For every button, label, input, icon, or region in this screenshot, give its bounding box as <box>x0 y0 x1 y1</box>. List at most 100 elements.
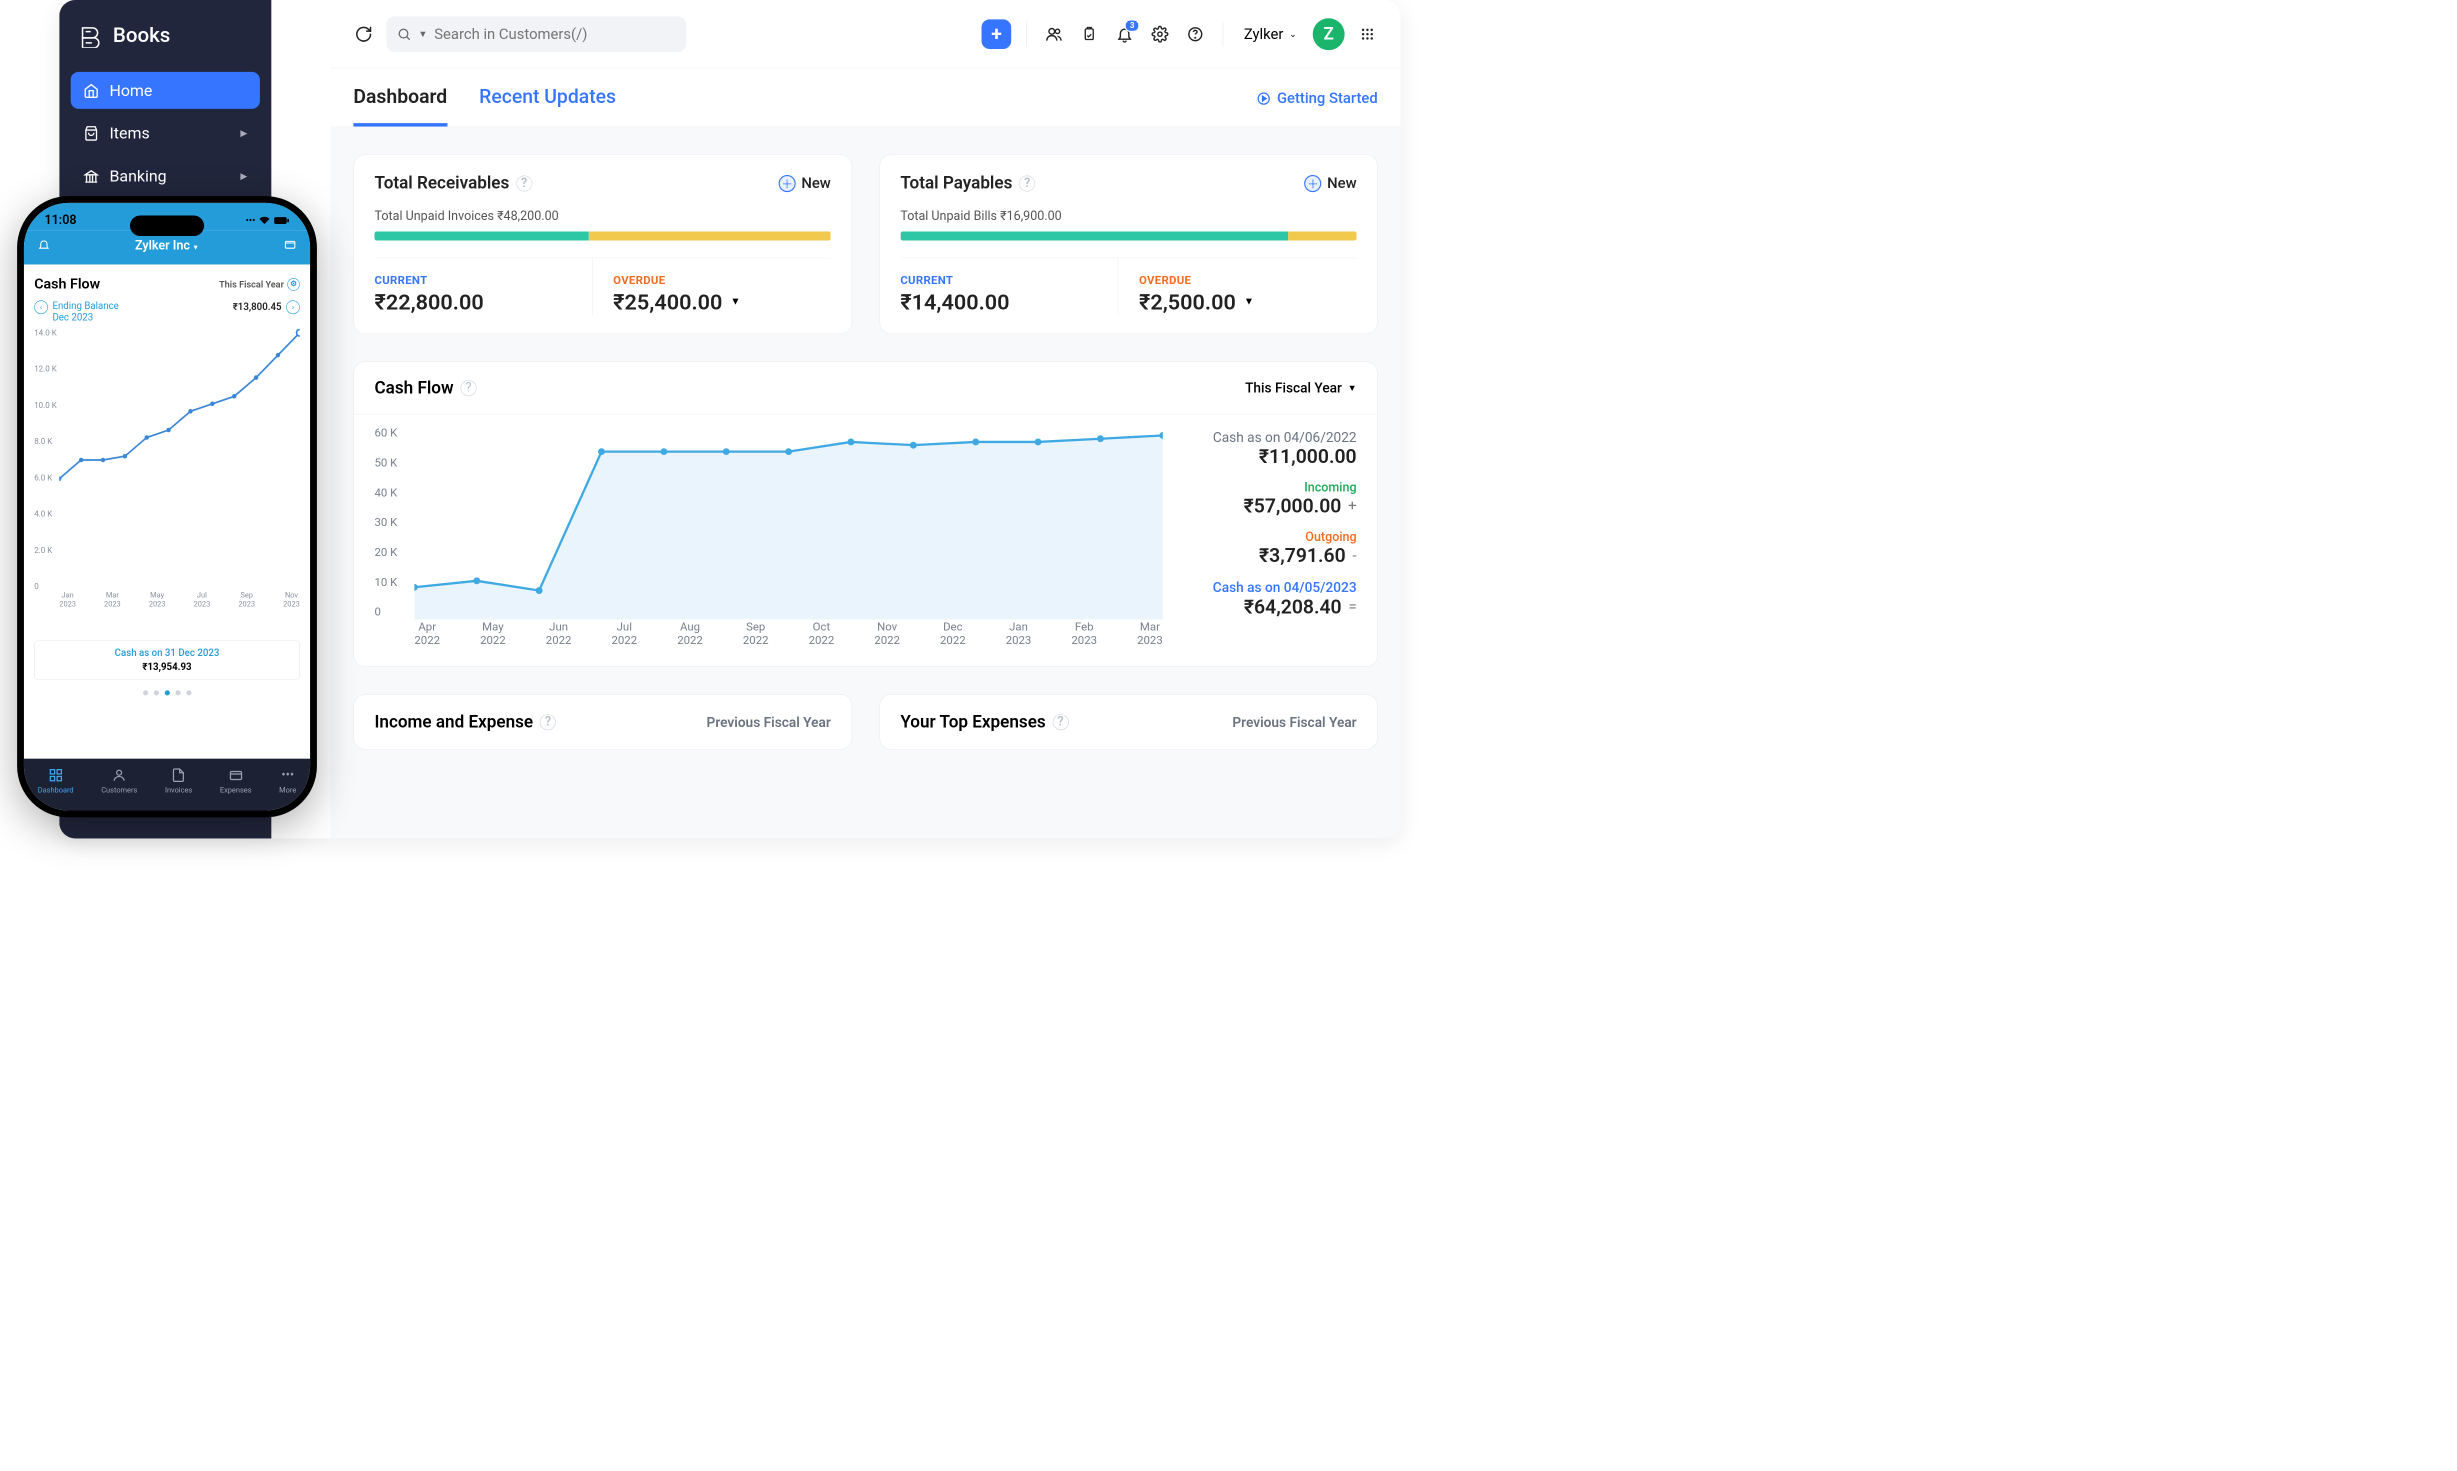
x-axis: Apr2022May2022Jun2022Jul2022Aug2022Sep20… <box>374 620 1162 647</box>
phone-tab-dashboard[interactable]: Dashboard <box>38 768 74 795</box>
clipboard-icon[interactable] <box>1077 21 1102 46</box>
top-expenses-title: Your Top Expenses <box>900 712 1045 732</box>
ending-balance-value: ₹13,800.45 <box>233 302 282 313</box>
chevron-right-icon: ▶ <box>240 170 247 181</box>
chevron-down-icon[interactable]: ▼ <box>730 295 740 307</box>
help-hint-icon[interactable]: ? <box>1019 175 1035 191</box>
next-arrow-icon[interactable]: › <box>286 300 300 314</box>
phone-notch <box>130 215 204 236</box>
brand: Books <box>71 23 260 66</box>
phone-time: 11:08 <box>44 213 76 227</box>
cash-as-on-value: ₹11,000.00 <box>1174 445 1356 468</box>
add-button[interactable]: + <box>982 19 1012 49</box>
ending-balance-label: Ending Balance <box>52 300 118 311</box>
settings-small-icon: ⚙ <box>287 278 300 291</box>
chevron-down-icon: ⌄ <box>1289 29 1297 40</box>
bank-icon <box>83 168 99 184</box>
brand-name: Books <box>113 23 171 47</box>
new-receivable-button[interactable]: ＋New <box>779 175 831 192</box>
phone-box-label: Cash as on 31 Dec 2023 <box>44 648 290 659</box>
help-hint-icon[interactable]: ? <box>1053 714 1069 730</box>
help-icon[interactable] <box>1183 21 1208 46</box>
income-expense-filter[interactable]: Previous Fiscal Year <box>707 714 831 730</box>
payables-bar <box>900 231 1356 240</box>
top-expenses-filter[interactable]: Previous Fiscal Year <box>1232 714 1356 730</box>
current-label: CURRENT <box>900 273 1118 287</box>
tab-dashboard[interactable]: Dashboard <box>353 86 447 127</box>
org-selector[interactable]: Zylker ⌄ <box>1238 25 1302 42</box>
top-expenses-card: Your Top Expenses ? Previous Fiscal Year <box>879 694 1377 749</box>
mobile-preview: 11:08 ••• Zylker Inc▼ Cash Flow This Fis… <box>17 196 317 817</box>
overdue-label: OVERDUE <box>1139 273 1357 287</box>
search-input[interactable] <box>434 25 676 42</box>
settings-icon[interactable] <box>1148 21 1173 46</box>
chevron-down-icon[interactable]: ▼ <box>1244 295 1254 307</box>
phone-tab-customers[interactable]: Customers <box>101 768 137 795</box>
cashflow-card: Cash Flow ? This Fiscal Year ▼ 60 K50 K4… <box>353 361 1377 667</box>
plus-icon: ＋ <box>1304 175 1321 192</box>
notification-badge: 3 <box>1125 19 1140 32</box>
notifications-icon[interactable]: 3 <box>1112 21 1137 46</box>
outgoing-value: ₹3,791.60 <box>1259 544 1346 567</box>
cashflow-summary: Cash as on 04/06/2022 ₹11,000.00 Incomin… <box>1174 426 1356 647</box>
main-content: Dashboard Recent Updates Getting Started… <box>331 68 1401 838</box>
sidebar-item-banking[interactable]: Banking ▶ <box>71 157 260 194</box>
home-icon <box>83 82 99 98</box>
page-dots[interactable] <box>34 690 300 695</box>
books-logo-icon <box>78 23 103 48</box>
wifi-icon <box>259 216 270 224</box>
cashflow-filter[interactable]: This Fiscal Year ▼ <box>1245 380 1357 396</box>
help-hint-icon[interactable]: ? <box>540 714 556 730</box>
incoming-label: Incoming <box>1174 481 1356 495</box>
apps-grid-icon[interactable] <box>1355 21 1380 46</box>
tab-recent-updates[interactable]: Recent Updates <box>479 86 616 127</box>
search-icon <box>397 27 412 42</box>
refresh-button[interactable] <box>351 21 376 46</box>
sidebar-item-home[interactable]: Home <box>71 72 260 109</box>
chevron-down-icon: ▼ <box>418 28 427 39</box>
help-hint-icon[interactable]: ? <box>516 175 532 191</box>
phone-tab-more[interactable]: •••More <box>279 768 296 795</box>
bell-icon[interactable] <box>38 238 51 254</box>
cash-as-on-label: Cash as on 04/06/2022 <box>1174 429 1356 445</box>
phone-chart: 14.0 K12.0 K10.0 K8.0 K6.0 K4.0 K2.0 K0 … <box>34 329 300 631</box>
phone-tab-invoices[interactable]: Invoices <box>165 768 192 795</box>
chevron-down-icon: ▼ <box>1348 382 1357 393</box>
phone-filter[interactable]: This Fiscal Year⚙ <box>219 278 300 291</box>
sidebar-item-items[interactable]: Items ▶ <box>71 115 260 152</box>
new-payable-button[interactable]: ＋New <box>1304 175 1356 192</box>
help-hint-icon[interactable]: ? <box>460 380 476 396</box>
cashflow-chart: 60 K50 K40 K30 K20 K10 K0 Apr2022May2022… <box>374 426 1162 647</box>
outgoing-label: Outgoing <box>1174 530 1356 544</box>
bag-icon <box>83 125 99 141</box>
payables-title: Total Payables <box>900 173 1012 193</box>
overdue-label: OVERDUE <box>613 273 831 287</box>
overdue-value: ₹2,500.00 <box>1139 290 1236 315</box>
prev-arrow-icon[interactable]: ‹ <box>34 300 48 314</box>
receivables-bar <box>374 231 830 240</box>
current-value: ₹14,400.00 <box>900 290 1118 315</box>
ending-balance-date: Dec 2023 <box>52 312 93 323</box>
battery-icon <box>274 216 290 224</box>
folder-icon[interactable] <box>284 238 297 254</box>
incoming-value: ₹57,000.00 <box>1244 495 1342 518</box>
search-bar[interactable]: ▼ <box>386 16 686 51</box>
receivables-title: Total Receivables <box>374 173 509 193</box>
unpaid-bills-label: Total Unpaid Bills ₹16,900.00 <box>900 209 1356 223</box>
plus-icon: ＋ <box>779 175 796 192</box>
income-expense-title: Income and Expense <box>374 712 533 732</box>
cash-link[interactable]: Cash as on 04/05/2023 <box>1174 580 1356 596</box>
unpaid-invoices-label: Total Unpaid Invoices ₹48,200.00 <box>374 209 830 223</box>
y-axis: 60 K50 K40 K30 K20 K10 K0 <box>374 426 397 619</box>
users-icon[interactable] <box>1042 21 1067 46</box>
chevron-right-icon: ▶ <box>240 128 247 139</box>
receivables-card: Total Receivables ? ＋New Total Unpaid In… <box>353 154 851 334</box>
phone-cashflow-title: Cash Flow <box>34 276 100 293</box>
phone-tab-expenses[interactable]: Expenses <box>220 768 252 795</box>
play-circle-icon <box>1256 91 1271 106</box>
avatar[interactable]: Z <box>1313 18 1345 50</box>
current-label: CURRENT <box>374 273 592 287</box>
cashflow-title: Cash Flow <box>374 378 453 398</box>
chevron-down-icon[interactable]: ▼ <box>192 243 199 251</box>
getting-started-link[interactable]: Getting Started <box>1256 90 1377 122</box>
